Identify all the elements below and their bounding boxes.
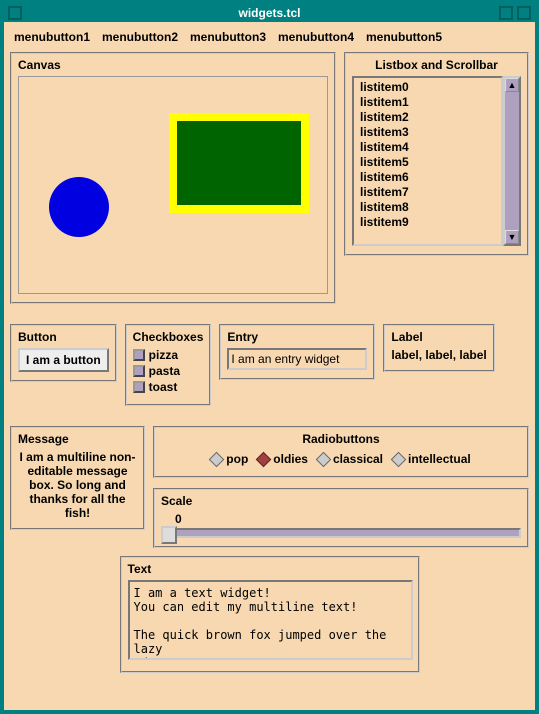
radio-label: pop bbox=[226, 452, 248, 466]
scale-group: Scale 0 bbox=[153, 488, 529, 548]
scale-thumb[interactable] bbox=[161, 526, 177, 544]
blue-circle-icon bbox=[49, 177, 109, 237]
window-menu-icon[interactable] bbox=[8, 6, 22, 20]
checkbox-pizza[interactable]: pizza bbox=[133, 348, 204, 362]
message-group: Message I am a multiline non-editable me… bbox=[10, 426, 145, 530]
radio-classical[interactable]: classical bbox=[318, 452, 383, 466]
radio-label: intellectual bbox=[408, 452, 471, 466]
checkboxes-title: Checkboxes bbox=[133, 330, 204, 344]
canvas-widget[interactable] bbox=[18, 76, 328, 294]
window-title: widgets.tcl bbox=[238, 6, 300, 20]
checkbox-icon bbox=[133, 381, 145, 393]
button-title: Button bbox=[18, 330, 109, 344]
window-max-icon[interactable] bbox=[517, 6, 531, 20]
list-item[interactable]: listitem5 bbox=[356, 155, 499, 170]
demo-button[interactable]: I am a button bbox=[18, 348, 109, 372]
yellow-rect-icon bbox=[169, 113, 309, 213]
radio-oldies[interactable]: oldies bbox=[258, 452, 308, 466]
scale-title: Scale bbox=[161, 494, 521, 508]
menubutton-3[interactable]: menubutton3 bbox=[190, 30, 266, 44]
scale-value: 0 bbox=[161, 512, 521, 526]
checkbox-toast[interactable]: toast bbox=[133, 380, 204, 394]
list-item[interactable]: listitem6 bbox=[356, 170, 499, 185]
canvas-title: Canvas bbox=[18, 58, 328, 72]
list-item[interactable]: listitem4 bbox=[356, 140, 499, 155]
menubutton-1[interactable]: menubutton1 bbox=[14, 30, 90, 44]
window-min-icon[interactable] bbox=[499, 6, 513, 20]
radio-icon bbox=[256, 451, 272, 467]
scale-widget[interactable] bbox=[161, 528, 521, 538]
button-group: Button I am a button bbox=[10, 324, 117, 382]
text-title: Text bbox=[128, 562, 412, 576]
scrollbar[interactable]: ▲ ▼ bbox=[503, 76, 521, 246]
radio-group: Radiobuttons pop oldies classical intell… bbox=[153, 426, 529, 478]
list-item[interactable]: listitem3 bbox=[356, 125, 499, 140]
listbox-title: Listbox and Scrollbar bbox=[352, 58, 521, 72]
menubutton-4[interactable]: menubutton4 bbox=[278, 30, 354, 44]
checkbox-label: toast bbox=[149, 380, 178, 394]
list-item[interactable]: listitem1 bbox=[356, 95, 499, 110]
menubutton-5[interactable]: menubutton5 bbox=[366, 30, 442, 44]
radio-title: Radiobuttons bbox=[161, 432, 521, 446]
entry-title: Entry bbox=[227, 330, 367, 344]
canvas-group: Canvas bbox=[10, 52, 336, 304]
green-rect-icon bbox=[177, 121, 301, 205]
entry-group: Entry bbox=[219, 324, 375, 380]
scroll-down-icon[interactable]: ▼ bbox=[505, 230, 519, 244]
scroll-track[interactable] bbox=[505, 92, 519, 230]
list-item[interactable]: listitem7 bbox=[356, 185, 499, 200]
listbox-widget[interactable]: listitem0 listitem1 listitem2 listitem3 … bbox=[352, 76, 503, 246]
entry-input[interactable] bbox=[227, 348, 367, 370]
menubutton-2[interactable]: menubutton2 bbox=[102, 30, 178, 44]
radio-intellectual[interactable]: intellectual bbox=[393, 452, 471, 466]
radio-icon bbox=[209, 451, 225, 467]
list-item[interactable]: listitem0 bbox=[356, 80, 499, 95]
label-title: Label bbox=[391, 330, 486, 344]
radio-pop[interactable]: pop bbox=[211, 452, 248, 466]
menubar: menubutton1 menubutton2 menubutton3 menu… bbox=[10, 28, 529, 52]
checkboxes-group: Checkboxes pizza pasta toast bbox=[125, 324, 212, 406]
list-item[interactable]: listitem8 bbox=[356, 200, 499, 215]
scroll-up-icon[interactable]: ▲ bbox=[505, 78, 519, 92]
listbox-group: Listbox and Scrollbar listitem0 listitem… bbox=[344, 52, 529, 256]
radio-icon bbox=[316, 451, 332, 467]
checkbox-icon bbox=[133, 349, 145, 361]
message-body: I am a multiline non-editable message bo… bbox=[18, 450, 137, 520]
titlebar: widgets.tcl bbox=[4, 4, 535, 22]
radio-label: oldies bbox=[273, 452, 308, 466]
checkbox-icon bbox=[133, 365, 145, 377]
main-window: widgets.tcl menubutton1 menubutton2 menu… bbox=[0, 0, 539, 714]
checkbox-label: pizza bbox=[149, 348, 178, 362]
checkbox-label: pasta bbox=[149, 364, 180, 378]
checkbox-pasta[interactable]: pasta bbox=[133, 364, 204, 378]
list-item[interactable]: listitem2 bbox=[356, 110, 499, 125]
message-title: Message bbox=[18, 432, 137, 446]
radio-label: classical bbox=[333, 452, 383, 466]
list-item[interactable]: listitem9 bbox=[356, 215, 499, 230]
radio-icon bbox=[391, 451, 407, 467]
label-text: label, label, label bbox=[391, 348, 486, 362]
text-widget[interactable] bbox=[128, 580, 413, 660]
text-group: Text bbox=[120, 556, 420, 673]
label-group: Label label, label, label bbox=[383, 324, 494, 372]
